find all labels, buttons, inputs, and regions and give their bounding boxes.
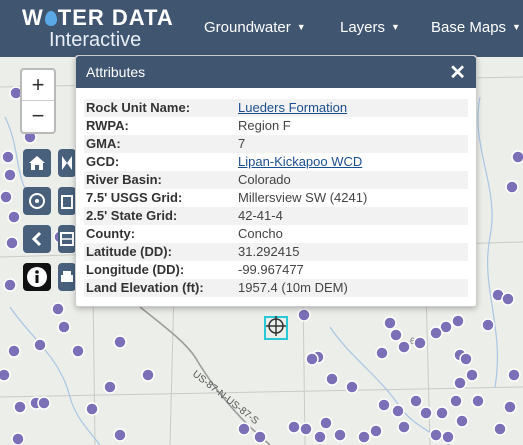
gcd-link[interactable]: Lipan-Kickapoo WCD xyxy=(238,153,362,171)
attribute-value: 1957.4 (10m DEM) xyxy=(238,280,348,295)
attributes-popup: Attributes ✕ Rock Unit Name: Lueders Form… xyxy=(75,55,477,307)
attribute-row: 2.5' State Grid: 42-41-4 xyxy=(84,207,468,225)
caret-down-icon: ▼ xyxy=(391,22,400,32)
caret-down-icon: ▼ xyxy=(296,22,306,32)
attribute-row: GMA: 7 xyxy=(84,135,468,153)
attribute-label: 7.5' USGS Grid: xyxy=(86,190,183,205)
attribute-row: River Basin: Colorado xyxy=(84,171,468,189)
app-header: W TER DATA Interactive Groundwater ▼ Layer… xyxy=(0,0,523,57)
attribute-row: County: Concho xyxy=(84,225,468,243)
attribute-label: RWPA: xyxy=(86,118,129,133)
attribute-row: 7.5' USGS Grid: Millersview SW (4241) xyxy=(84,189,468,207)
attribute-value: Colorado xyxy=(238,172,291,187)
attribute-value: 31.292415 xyxy=(238,244,300,259)
attributes-table: Rock Unit Name: Lueders Formation RWPA: Re… xyxy=(84,99,468,297)
popup-title: Attributes xyxy=(86,64,146,80)
attribute-label: GMA: xyxy=(86,136,121,151)
back-icon xyxy=(31,231,42,247)
attribute-row: Longitude (DD): -99.967477 xyxy=(84,261,468,279)
zoom-out-button[interactable]: − xyxy=(22,101,54,131)
caret-down-icon: ▼ xyxy=(512,22,521,32)
attribute-label: County: xyxy=(86,226,136,241)
attribute-label: Land Elevation (ft): xyxy=(86,280,204,295)
identify-button[interactable] xyxy=(23,263,51,291)
attribute-value: 7 xyxy=(238,136,246,151)
export-button[interactable] xyxy=(58,187,76,215)
close-icon[interactable]: ✕ xyxy=(449,60,466,85)
attribute-row: GCD: Lipan-Kickapoo WCD xyxy=(84,153,468,171)
attribute-label: GCD: xyxy=(86,154,120,169)
home-button[interactable] xyxy=(23,149,51,177)
zoom-in-button[interactable]: + xyxy=(22,70,54,101)
nav-layers[interactable]: Layers ▼ xyxy=(340,19,400,36)
nav-layers-label: Layers xyxy=(340,19,386,36)
attribute-row: Rock Unit Name: Lueders Formation xyxy=(84,99,468,117)
home-icon xyxy=(29,156,45,170)
water-drop-icon xyxy=(44,11,57,26)
export-icon xyxy=(61,195,73,209)
nav-base-maps[interactable]: Base Maps ▼ xyxy=(431,19,521,36)
rock-unit-link[interactable]: Lueders Formation xyxy=(238,99,347,117)
attribute-label: Longitude (DD): xyxy=(86,262,185,277)
attribute-row: Land Elevation (ft): 1957.4 (10m DEM) xyxy=(84,279,468,297)
attribute-label: 2.5' State Grid: xyxy=(86,208,178,223)
attribute-value: 42-41-4 xyxy=(238,208,283,223)
attribute-value: -99.967477 xyxy=(238,262,304,277)
attribute-row: RWPA: Region F xyxy=(84,117,468,135)
nav-groundwater-label: Groundwater xyxy=(204,19,291,36)
app-logo[interactable]: W TER DATA Interactive xyxy=(22,5,174,51)
road-label: US-87-N-US-87-S xyxy=(190,369,261,427)
zoom-extent-icon xyxy=(62,156,72,170)
attribute-label: Latitude (DD): xyxy=(86,244,172,259)
table-icon xyxy=(60,232,74,246)
attribute-label: Rock Unit Name: xyxy=(86,100,191,115)
crosshair-marker-icon xyxy=(266,316,286,336)
attribute-label: River Basin: xyxy=(86,172,162,187)
nav-base-maps-label: Base Maps xyxy=(431,19,507,36)
info-icon xyxy=(27,267,47,287)
attribute-row: Latitude (DD): 31.292415 xyxy=(84,243,468,261)
logo-title: W TER DATA xyxy=(22,5,174,30)
popup-header: Attributes ✕ xyxy=(76,56,476,88)
nav-groundwater[interactable]: Groundwater ▼ xyxy=(204,19,306,36)
logo-subtitle: Interactive xyxy=(49,29,142,51)
print-button[interactable] xyxy=(58,263,76,291)
table-button[interactable] xyxy=(58,225,76,253)
zoom-control: + − xyxy=(20,68,56,134)
attribute-value: Millersview SW (4241) xyxy=(238,190,368,205)
attribute-value: Concho xyxy=(238,226,283,241)
print-icon xyxy=(61,271,73,282)
back-button[interactable] xyxy=(23,225,51,253)
locate-button[interactable] xyxy=(23,187,51,215)
attribute-value: Region F xyxy=(238,118,291,133)
crosshair-icon xyxy=(29,193,45,209)
zoom-extent-button[interactable] xyxy=(58,149,76,177)
